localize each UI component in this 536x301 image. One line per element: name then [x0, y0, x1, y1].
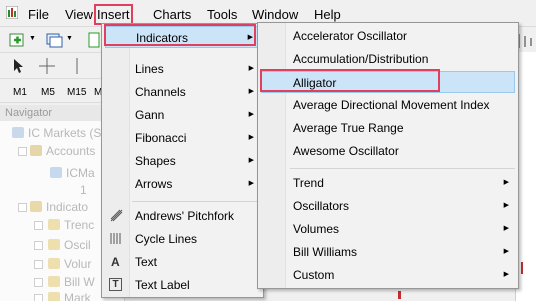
menu-item-accumulation-distribution[interactable]: Accumulation/Distribution [261, 48, 515, 70]
nav-indicators[interactable]: Indicato [30, 200, 88, 214]
candle-mark [398, 291, 401, 299]
cursor-icon[interactable] [9, 57, 27, 75]
expand-icon[interactable] [34, 260, 43, 269]
submenu-arrow-icon: ▶ [248, 111, 254, 118]
nav-oscillators[interactable]: Oscil [48, 238, 91, 252]
new-chart-icon[interactable] [9, 31, 27, 49]
menu-item-adx[interactable]: Average Directional Movement Index [261, 94, 515, 116]
expand-icon[interactable] [18, 147, 27, 156]
folder-icon [48, 239, 60, 250]
nav-bill-williams[interactable]: Bill W [48, 275, 95, 289]
nav-broker[interactable]: IC Markets (S [12, 126, 101, 140]
menu-item-andrews-pitchfork[interactable]: Andrews' Pitchfork [105, 205, 260, 227]
submenu-arrow-icon: ▶ [248, 88, 254, 95]
expand-icon[interactable] [34, 241, 43, 250]
indicators-submenu: Accelerator Oscillator Accumulation/Dist… [257, 22, 519, 289]
chevron-down-icon[interactable]: ▼ [66, 35, 73, 42]
nav-trend[interactable]: Trenc [48, 218, 94, 232]
candle-mark [521, 262, 523, 274]
accounts-icon [30, 145, 42, 156]
cycle-lines-icon [110, 233, 121, 244]
menu-item-custom[interactable]: Custom ▶ [261, 264, 515, 286]
nav-account-item[interactable]: ICMa [50, 166, 95, 180]
submenu-arrow-icon: ▶ [503, 202, 509, 209]
submenu-arrow-icon: ▶ [503, 179, 509, 186]
menu-item-alligator[interactable]: Alligator [261, 71, 515, 93]
menu-item-text[interactable]: A Text [105, 251, 260, 273]
expand-icon[interactable] [18, 203, 27, 212]
menu-insert[interactable]: Insert [94, 4, 133, 25]
pitchfork-icon [110, 209, 123, 222]
submenu-arrow-icon: ▶ [503, 225, 509, 232]
text-label-icon: T [109, 278, 122, 291]
indicators-icon [30, 201, 42, 212]
profiles-icon[interactable] [46, 31, 64, 49]
menu-file[interactable]: File [28, 7, 49, 22]
menu-charts[interactable]: Charts [153, 7, 191, 22]
menu-tools[interactable]: Tools [207, 7, 237, 22]
menu-item-arrows[interactable]: Arrows ▶ [105, 173, 260, 195]
menu-item-awesome-oscillator[interactable]: Awesome Oscillator [261, 140, 515, 162]
text-icon: A [111, 255, 120, 269]
menu-item-channels[interactable]: Channels ▶ [105, 81, 260, 103]
nav-market[interactable]: Mark [48, 291, 91, 301]
submenu-arrow-icon: ▶ [503, 271, 509, 278]
submenu-arrow-icon: ▶ [248, 157, 254, 164]
folder-icon [48, 292, 60, 301]
account-icon [50, 167, 62, 178]
menu-item-text-label[interactable]: T Text Label [105, 274, 260, 296]
menu-separator [290, 168, 515, 169]
menu-item-indicators[interactable]: Indicators ▶ [105, 26, 260, 48]
menu-item-gann[interactable]: Gann ▶ [105, 104, 260, 126]
submenu-arrow-icon: ▶ [248, 134, 254, 141]
menu-item-volumes[interactable]: Volumes ▶ [261, 218, 515, 240]
insert-menu: Indicators ▶ Lines ▶ Channels ▶ Gann ▶ F… [101, 23, 264, 298]
folder-icon [48, 258, 60, 269]
timeframe-m5[interactable]: M5 [41, 87, 55, 99]
menu-view[interactable]: View [65, 7, 93, 22]
chevron-down-icon[interactable]: ▼ [29, 35, 36, 42]
expand-icon[interactable] [34, 294, 43, 301]
menu-item-bill-williams[interactable]: Bill Williams ▶ [261, 241, 515, 263]
nav-volumes[interactable]: Volur [48, 257, 91, 271]
menu-item-oscillators[interactable]: Oscillators ▶ [261, 195, 515, 217]
submenu-arrow-icon: ▶ [248, 180, 254, 187]
timeframe-m15[interactable]: M15 [67, 87, 86, 99]
expand-icon[interactable] [34, 221, 43, 230]
menu-window[interactable]: Window [252, 7, 298, 22]
crosshair-icon[interactable] [38, 57, 56, 75]
expand-icon[interactable] [34, 278, 43, 287]
menu-item-shapes[interactable]: Shapes ▶ [105, 150, 260, 172]
folder-icon [48, 219, 60, 230]
terminal-icon [12, 127, 24, 138]
submenu-arrow-icon: ▶ [247, 34, 253, 41]
nav-accounts[interactable]: Accounts [30, 144, 95, 158]
menu-item-average-true-range[interactable]: Average True Range [261, 117, 515, 139]
submenu-arrow-icon: ▶ [503, 248, 509, 255]
menu-item-fibonacci[interactable]: Fibonacci ▶ [105, 127, 260, 149]
folder-icon [48, 276, 60, 287]
menu-item-lines[interactable]: Lines ▶ [105, 58, 260, 80]
nav-account-number[interactable]: 1 [80, 183, 87, 197]
menu-item-trend[interactable]: Trend ▶ [261, 172, 515, 194]
menu-separator [132, 201, 260, 202]
timeframe-m1[interactable]: M1 [13, 87, 27, 99]
app-icon [6, 6, 18, 19]
vertical-line-icon[interactable] [68, 57, 86, 75]
menu-item-cycle-lines[interactable]: Cycle Lines [105, 228, 260, 250]
menu-help[interactable]: Help [314, 7, 341, 22]
menu-item-accelerator-oscillator[interactable]: Accelerator Oscillator [261, 25, 515, 47]
submenu-arrow-icon: ▶ [248, 65, 254, 72]
